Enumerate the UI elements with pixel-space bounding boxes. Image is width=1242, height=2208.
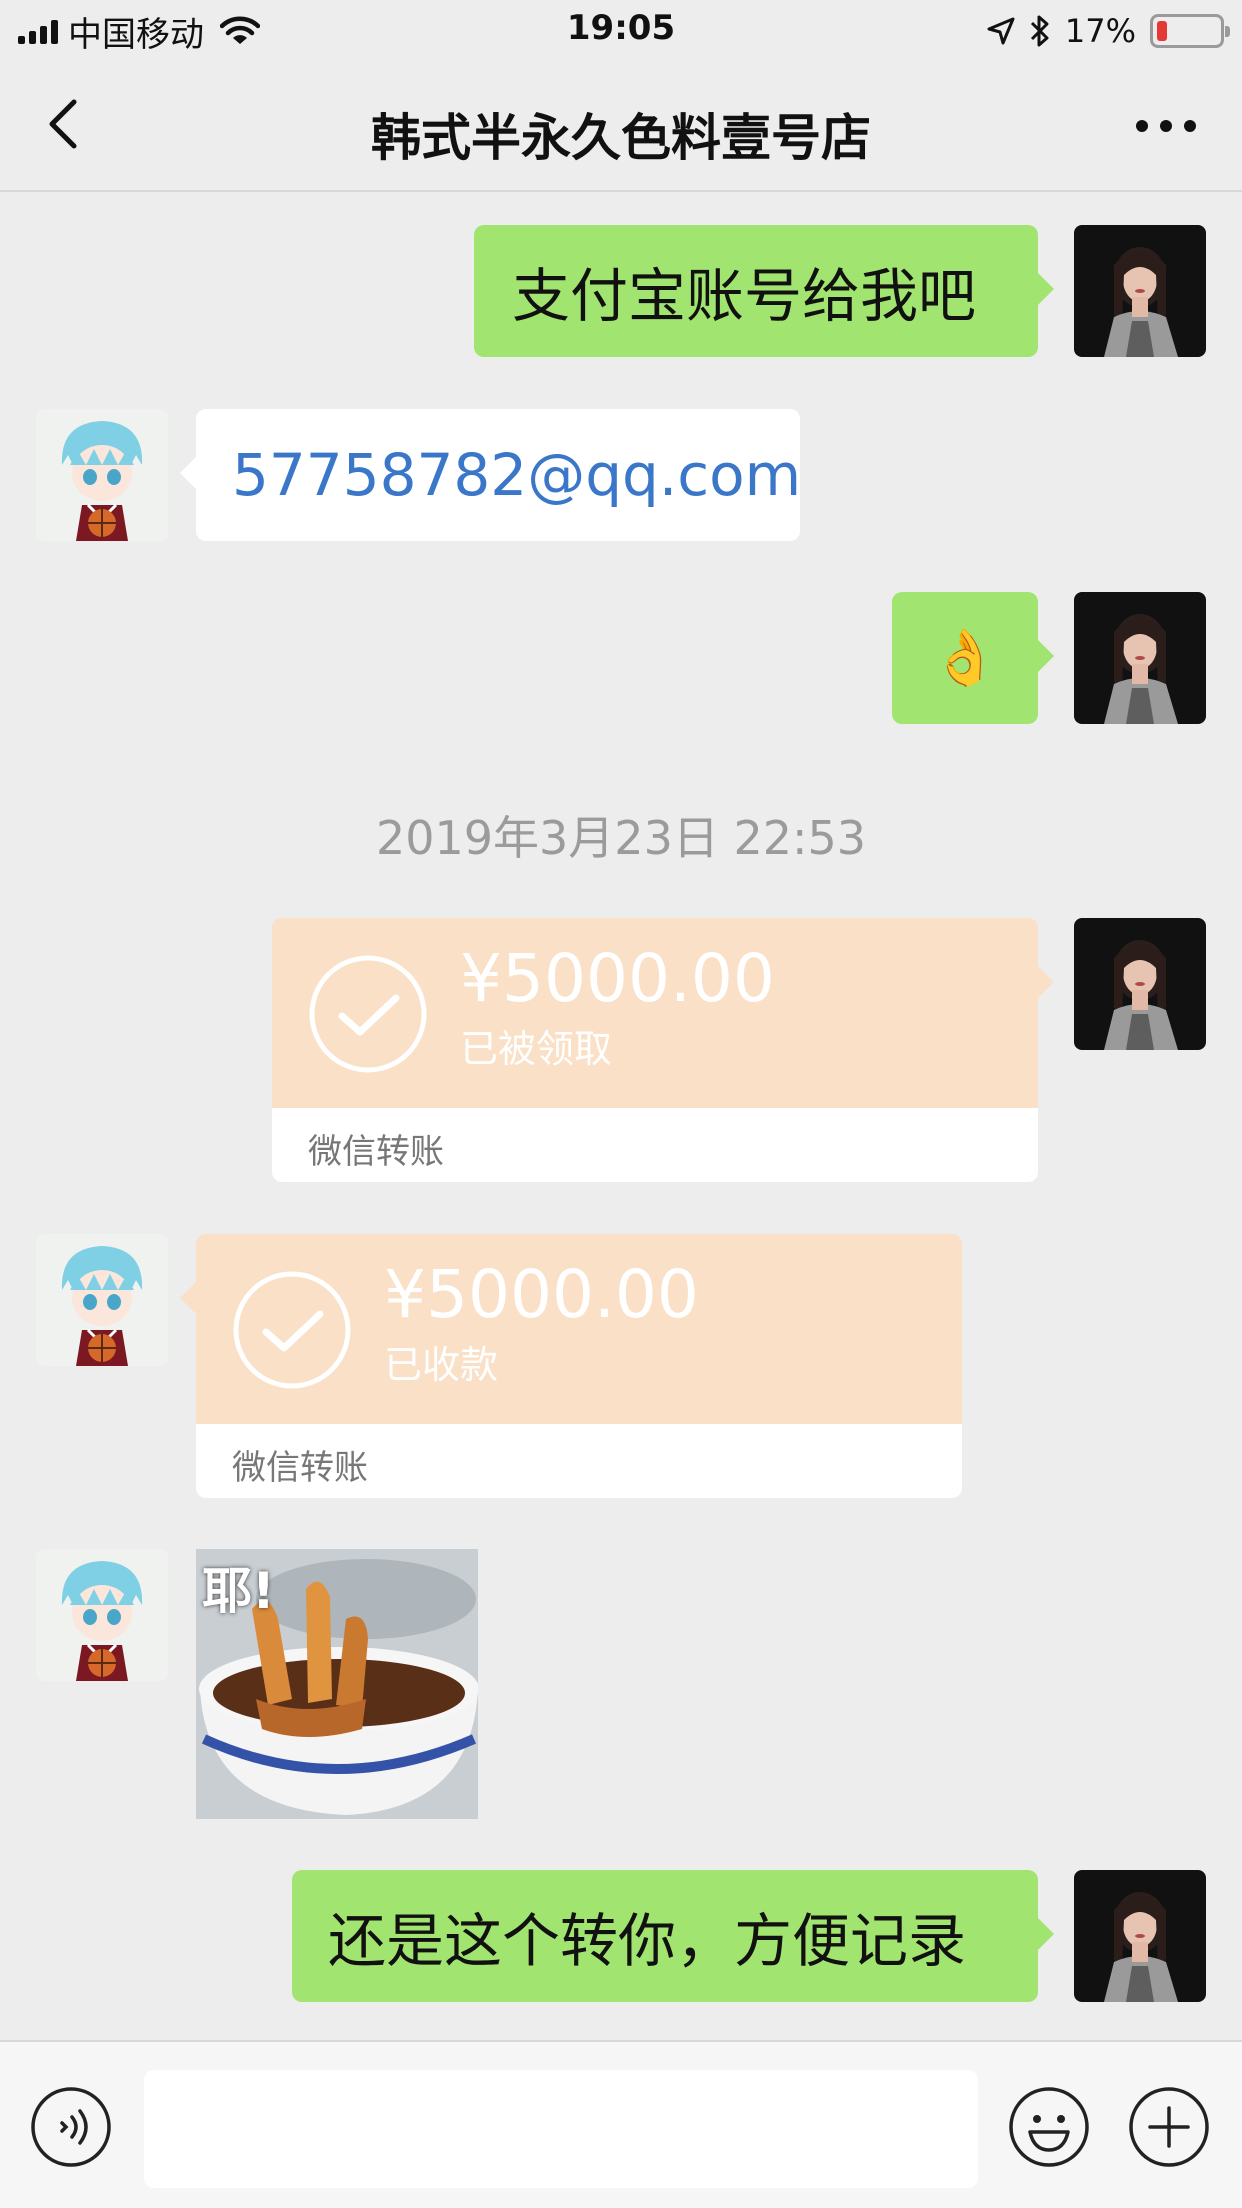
status-right: 17%	[987, 10, 1230, 52]
check-circle-icon	[233, 1271, 351, 1389]
nav-bar: 韩式半永久色料壹号店	[0, 62, 1242, 192]
transfer-card-top: ¥5000.00 已收款	[180, 1234, 962, 1424]
avatar-self[interactable]	[1074, 225, 1206, 357]
status-bar: 中国移动 19:05 17%	[0, 0, 1242, 62]
avatar-contact[interactable]	[36, 409, 168, 541]
check-circle-icon	[309, 955, 427, 1073]
avatar-self[interactable]	[1074, 918, 1206, 1050]
avatar-contact[interactable]	[36, 1549, 168, 1681]
transfer-card-footer: 微信转账	[272, 1108, 1038, 1182]
avatar-self[interactable]	[1074, 592, 1206, 724]
message-bubble-sent[interactable]: 👌	[892, 592, 1054, 724]
transfer-label: 微信转账	[308, 1132, 444, 1172]
transfer-card-received[interactable]: ¥5000.00 已收款 微信转账	[180, 1234, 962, 1498]
message-timestamp: 2019年3月23日 22:53	[375, 811, 867, 865]
chat-area[interactable]: 支付宝账号给我吧 57758782@qq.com 👌 2019年3月23日 22…	[0, 192, 1242, 2040]
ok-hand-emoji: 👌	[931, 626, 999, 689]
message-bubble-sent[interactable]: 还是这个转你，方便记录	[292, 1870, 1054, 2002]
input-bar	[0, 2040, 1242, 2208]
location-icon	[987, 17, 1015, 45]
email-link[interactable]: 57758782@qq.com	[232, 441, 801, 509]
plus-icon[interactable]	[1128, 2086, 1210, 2168]
voice-icon[interactable]	[30, 2086, 112, 2168]
battery-percent: 17%	[1064, 12, 1136, 50]
more-icon[interactable]	[1136, 106, 1196, 146]
transfer-status: 已被领取	[460, 1027, 613, 1071]
sticker-caption: 耶!	[202, 1562, 275, 1620]
message-text: 还是这个转你，方便记录	[328, 1907, 967, 1975]
message-input[interactable]	[144, 2070, 978, 2188]
chat-title: 韩式半永久色料壹号店	[371, 109, 871, 167]
transfer-amount: ¥5000.00	[460, 940, 775, 1017]
emoji-icon[interactable]	[1008, 2086, 1090, 2168]
transfer-card-footer: 微信转账	[196, 1424, 962, 1498]
transfer-label: 微信转账	[232, 1448, 368, 1488]
transfer-card-sent[interactable]: ¥5000.00 已被领取 微信转账	[272, 918, 1054, 1182]
transfer-card-top: ¥5000.00 已被领取	[272, 918, 1054, 1108]
battery-fill	[1157, 21, 1167, 41]
message-bubble-sent[interactable]: 支付宝账号给我吧	[474, 225, 1054, 357]
battery-icon	[1150, 14, 1230, 48]
message-bubble-received[interactable]: 57758782@qq.com	[180, 409, 801, 541]
sticker-image[interactable]: 耶!	[196, 1549, 478, 1819]
transfer-status: 已收款	[384, 1343, 499, 1387]
transfer-amount: ¥5000.00	[384, 1256, 699, 1333]
avatar-contact[interactable]	[36, 1234, 168, 1366]
bluetooth-icon	[1030, 15, 1049, 47]
avatar-self[interactable]	[1074, 1870, 1206, 2002]
message-text: 支付宝账号给我吧	[512, 262, 977, 330]
